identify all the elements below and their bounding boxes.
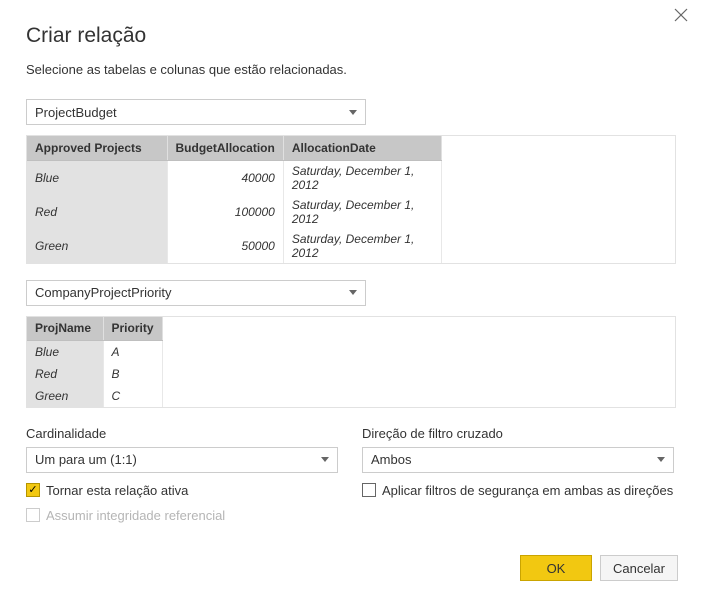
- make-active-label: Tornar esta relação ativa: [46, 483, 188, 498]
- dialog-subtitle: Selecione as tabelas e colunas que estão…: [26, 62, 678, 77]
- table-row[interactable]: Green50000Saturday, December 1, 2012: [27, 229, 441, 263]
- chevron-down-icon: [321, 457, 329, 462]
- table1-section: ProjectBudget Approved Projects BudgetAl…: [26, 99, 678, 264]
- cardinality-value: Um para um (1:1): [35, 452, 137, 467]
- table1-header[interactable]: Approved Projects: [27, 136, 167, 160]
- chevron-down-icon: [349, 290, 357, 295]
- table-row[interactable]: RedB: [27, 363, 162, 385]
- table2-header[interactable]: Priority: [103, 317, 162, 341]
- close-button[interactable]: [674, 8, 694, 28]
- table2-preview: ProjName Priority BlueA RedB GreenC: [26, 316, 676, 408]
- cancel-button[interactable]: Cancelar: [600, 555, 678, 581]
- table1-header[interactable]: AllocationDate: [283, 136, 441, 160]
- close-icon: [674, 8, 688, 22]
- table1-preview: Approved Projects BudgetAllocation Alloc…: [26, 135, 676, 264]
- dialog-title: Criar relação: [26, 24, 678, 48]
- table1-header[interactable]: BudgetAllocation: [167, 136, 283, 160]
- create-relationship-dialog: Criar relação Selecione as tabelas e col…: [0, 0, 704, 599]
- table2-section: CompanyProjectPriority ProjName Priority…: [26, 280, 678, 408]
- assume-ref-checkbox: [26, 508, 40, 522]
- crossfilter-label: Direção de filtro cruzado: [362, 426, 678, 441]
- table-row[interactable]: GreenC: [27, 385, 162, 407]
- options-row: Cardinalidade Um para um (1:1) ✓ Tornar …: [26, 426, 678, 523]
- table2-header[interactable]: ProjName: [27, 317, 103, 341]
- table-row[interactable]: Blue40000Saturday, December 1, 2012: [27, 160, 441, 195]
- table-row[interactable]: BlueA: [27, 341, 162, 363]
- crossfilter-value: Ambos: [371, 452, 411, 467]
- cardinality-label: Cardinalidade: [26, 426, 342, 441]
- assume-ref-label: Assumir integridade referencial: [46, 508, 225, 523]
- dialog-footer: OK Cancelar: [520, 555, 678, 581]
- table1-select[interactable]: ProjectBudget: [26, 99, 366, 125]
- chevron-down-icon: [657, 457, 665, 462]
- chevron-down-icon: [349, 110, 357, 115]
- cardinality-select[interactable]: Um para um (1:1): [26, 447, 338, 473]
- table2-select[interactable]: CompanyProjectPriority: [26, 280, 366, 306]
- table2-select-value: CompanyProjectPriority: [35, 285, 172, 300]
- crossfilter-select[interactable]: Ambos: [362, 447, 674, 473]
- ok-button[interactable]: OK: [520, 555, 592, 581]
- table-row[interactable]: Red100000Saturday, December 1, 2012: [27, 195, 441, 229]
- apply-security-checkbox[interactable]: [362, 483, 376, 497]
- apply-security-label: Aplicar filtros de segurança em ambas as…: [382, 483, 673, 498]
- table1-select-value: ProjectBudget: [35, 105, 117, 120]
- make-active-checkbox[interactable]: ✓: [26, 483, 40, 497]
